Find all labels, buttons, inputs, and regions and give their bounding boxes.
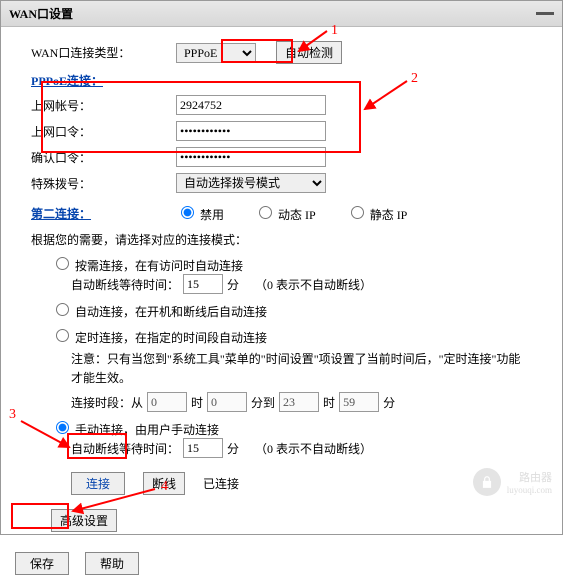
idle-hint: （0 表示不自动断线） [255,276,372,293]
idle-label-2: 自动断线等待时间： [71,440,179,457]
advanced-button[interactable]: 高级设置 [51,509,117,532]
wan-settings-window: WAN口设置 WAN口连接类型： PPPoE 自动检测 PPPoE连接： 上网帐… [0,0,563,535]
password-row: 上网口令： [31,121,532,141]
wan-type-select[interactable]: PPPoE [176,43,256,63]
connection-status: 已连接 [203,475,239,492]
watermark-brand: 路由器 [507,469,552,485]
annot-num-4: 4 [161,479,168,495]
hour-unit-1: 时 [191,394,203,411]
special-dial-row: 特殊拨号： 自动选择拨号模式 [31,173,532,193]
second-dynamic-radio[interactable] [259,206,272,219]
special-dial-label: 特殊拨号： [31,175,176,192]
manual-idle-row: 自动断线等待时间： 分 （0 表示不自动断线） [71,438,532,458]
ondemand-idle-row: 自动断线等待时间： 分 （0 表示不自动断线） [71,274,532,294]
save-button[interactable]: 保存 [15,552,69,575]
idle-time-input[interactable] [183,274,223,294]
mode-manual-option[interactable]: 手动连接，由用户手动连接 [51,423,219,437]
account-input[interactable] [176,95,326,115]
mode-scheduled-radio[interactable] [56,329,69,342]
second-dynamic-option[interactable]: 动态 IP [254,203,316,223]
hour-unit-2: 时 [323,394,335,411]
idle-label: 自动断线等待时间： [71,276,179,293]
scheduled-note: 注意：只有当您到"系统工具"菜单的"时间设置"项设置了当前时间后，"定时连接"功… [71,350,532,388]
help-button[interactable]: 帮助 [85,552,139,575]
annot-num-1: 1 [331,23,338,39]
idle-unit: 分 [227,276,239,293]
to-min-input[interactable] [339,392,379,412]
confirm-row: 确认口令： [31,147,532,167]
connect-row: 连接 断线 已连接 [71,472,532,495]
mode-auto-row: 自动连接，在开机和断线后自动连接 [51,300,532,320]
window-title: WAN口设置 [9,5,73,22]
from-min-input[interactable] [207,392,247,412]
auto-detect-button[interactable]: 自动检测 [276,41,342,64]
mode-auto-radio[interactable] [56,303,69,316]
watermark-lock-icon [473,468,501,496]
connect-button[interactable]: 连接 [71,472,125,495]
watermark: 路由器 luyouqi.com [473,468,552,496]
mode-ondemand-row: 按需连接，在有访问时自动连接 [51,254,532,274]
mode-ondemand-radio[interactable] [56,257,69,270]
from-hour-input[interactable] [147,392,187,412]
second-disable-radio[interactable] [181,206,194,219]
second-conn-row: 第二连接： 禁用 动态 IP 静态 IP [31,203,532,223]
minimize-icon[interactable] [536,12,554,15]
password-input[interactable] [176,121,326,141]
idle-time-input-2[interactable] [183,438,223,458]
titlebar: WAN口设置 [1,1,562,27]
mode-auto-option[interactable]: 自动连接，在开机和断线后自动连接 [51,305,267,319]
confirm-label: 确认口令： [31,149,176,166]
idle-unit-2: 分 [227,440,239,457]
annot-num-3: 3 [9,407,16,423]
wan-type-label: WAN口连接类型： [31,44,176,61]
mode-intro: 根据您的需要，请选择对应的连接模式： [31,231,532,248]
watermark-site: luyouqi.com [507,485,552,495]
period-row: 连接时段：从 时 分到 时 分 [71,392,532,412]
account-row: 上网帐号： [31,95,532,115]
second-static-option[interactable]: 静态 IP [346,203,408,223]
mode-scheduled-row: 定时连接，在指定的时间段自动连接 [51,326,532,346]
second-static-radio[interactable] [351,206,364,219]
second-disable-option[interactable]: 禁用 [176,203,224,223]
password-label: 上网口令： [31,123,176,140]
to-hour-input[interactable] [279,392,319,412]
mode-ondemand-option[interactable]: 按需连接，在有访问时自动连接 [51,259,243,273]
idle-hint-2: （0 表示不自动断线） [255,440,372,457]
annot-num-2: 2 [411,71,418,87]
second-conn-label: 第二连接： [31,205,176,222]
confirm-input[interactable] [176,147,326,167]
account-label: 上网帐号： [31,97,176,114]
pppoe-section-title: PPPoE连接： [31,72,532,89]
period-label: 连接时段：从 [71,394,143,411]
special-dial-select[interactable]: 自动选择拨号模式 [176,173,326,193]
wan-type-row: WAN口连接类型： PPPoE 自动检测 [31,41,532,64]
min-to-unit: 分到 [251,394,275,411]
mode-manual-row: 手动连接，由用户手动连接 [51,418,532,438]
min-unit-2: 分 [383,394,395,411]
mode-manual-radio[interactable] [56,421,69,434]
mode-scheduled-option[interactable]: 定时连接，在指定的时间段自动连接 [51,331,267,345]
